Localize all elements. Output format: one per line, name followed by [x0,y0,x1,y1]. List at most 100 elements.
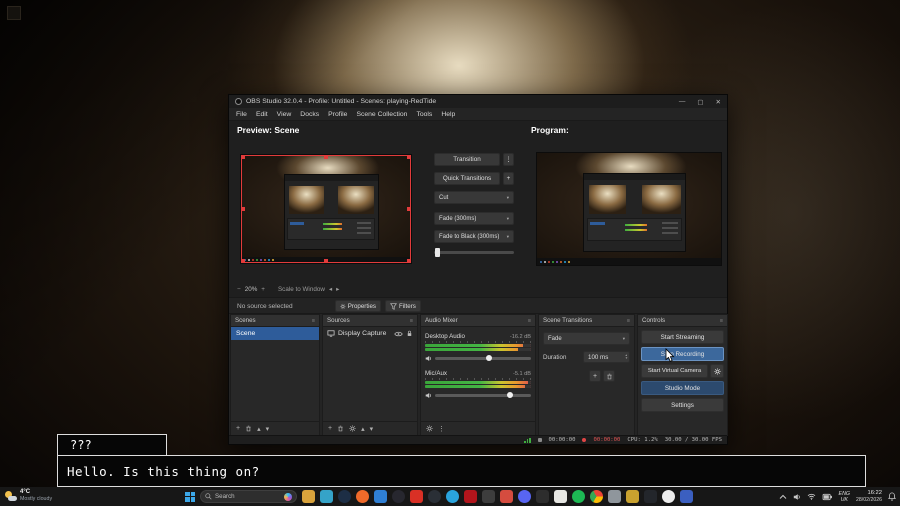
chrome-icon[interactable] [590,490,603,503]
properties-button[interactable]: Properties [335,300,381,312]
firefox-icon[interactable] [356,490,369,503]
volume-slider-handle[interactable] [506,391,513,398]
menu-profile[interactable]: Profile [328,111,347,118]
steam-icon[interactable] [338,490,351,503]
battery-icon[interactable] [822,493,833,501]
slider-handle[interactable] [435,248,440,257]
remove-source-button[interactable] [337,425,344,432]
dock-menu-icon[interactable]: ≡ [720,318,723,324]
minimize-button[interactable]: — [679,98,686,105]
lock-icon[interactable] [406,330,413,337]
controls-dock-header[interactable]: Controls ≡ [638,315,727,327]
file-explorer-icon[interactable] [302,490,315,503]
scene-transitions-dock-header[interactable]: Scene Transitions ≡ [539,315,634,327]
start-button[interactable] [185,491,195,502]
spin-down-icon[interactable]: ▾ [625,356,627,361]
program-canvas[interactable] [537,153,721,265]
dock-menu-icon[interactable]: ≡ [528,318,531,324]
dock-menu-icon[interactable]: ≡ [312,318,315,324]
dark-app-icon[interactable] [644,490,657,503]
scale-to-window-button[interactable]: Scale to Window [278,286,325,293]
quick-transition-cut[interactable]: Cut ▾ [434,191,514,204]
stop-recording-button[interactable]: Stop Recording [641,347,724,361]
remove-scene-button[interactable] [245,425,252,432]
blender-icon[interactable] [482,490,495,503]
add-quick-transition-button[interactable]: + [503,172,514,185]
menu-tools[interactable]: Tools [416,111,432,118]
taskbar-clock[interactable]: 16:22 28/02/2026 [856,490,882,503]
netflix-icon[interactable] [464,490,477,503]
zoom-in-icon[interactable]: + [261,286,265,293]
mixer-settings-button[interactable] [426,425,433,432]
dialog-text-box[interactable]: Hello. Is this thing on? [57,455,866,487]
obs-titlebar[interactable]: OBS Studio 32.0.4 - Profile: Untitled - … [229,95,727,108]
mixer-menu-button[interactable]: ⋮ [438,425,445,433]
filters-button[interactable]: Filters [385,300,421,312]
terminal-icon[interactable] [536,490,549,503]
maximize-button[interactable]: ▢ [697,98,703,106]
menu-view[interactable]: View [277,111,292,118]
chevron-right-icon[interactable]: ▸ [336,286,339,293]
source-properties-button[interactable] [349,425,356,432]
notification-bell-icon[interactable] [888,492,896,501]
source-move-up-button[interactable]: ▴ [361,425,365,433]
edge-icon[interactable] [320,490,333,503]
notion-icon[interactable] [554,490,567,503]
github-icon[interactable] [428,490,441,503]
add-scene-button[interactable]: + [236,425,240,432]
discord-icon[interactable] [518,490,531,503]
close-button[interactable]: ✕ [716,98,721,106]
menu-scene-collection[interactable]: Scene Collection [356,111,407,118]
studio-mode-button[interactable]: Studio Mode [641,381,724,395]
transition-select[interactable]: Fade ▾ [543,332,630,345]
chevron-left-icon[interactable]: ◂ [329,286,332,293]
speaker-icon[interactable] [793,493,801,501]
add-source-button[interactable]: + [328,425,332,432]
epic-games-icon[interactable] [626,490,639,503]
menu-edit[interactable]: Edit [256,111,268,118]
quick-transition-fade[interactable]: Fade (300ms) ▾ [434,212,514,225]
taskbar-search[interactable]: Search [200,490,297,503]
menu-docks[interactable]: Docks [300,111,319,118]
quick-transitions-button[interactable]: Quick Transitions [434,172,500,185]
telegram-icon[interactable] [446,490,459,503]
dock-menu-icon[interactable]: ≡ [627,318,630,324]
visibility-eye-icon[interactable] [394,331,403,337]
transition-bar-slider[interactable] [434,248,514,257]
desktop-shortcut-icon[interactable] [7,6,21,20]
weather-widget[interactable]: 4°C Mostly cloudy [5,489,52,503]
speaker-icon[interactable] [425,392,432,399]
wifi-icon[interactable] [807,493,816,500]
zoom-out-icon[interactable]: − [237,286,241,293]
start-streaming-button[interactable]: Start Streaming [641,330,724,344]
language-indicator[interactable]: ENG UK [839,491,850,503]
transition-menu-button[interactable]: ⋮ [503,153,514,166]
quick-transition-fade-to-black[interactable]: Fade to Black (300ms) ▾ [434,230,514,243]
protonvpn-icon[interactable] [680,490,693,503]
ubisoft-connect-icon[interactable] [662,490,675,503]
preview-canvas[interactable] [241,155,411,263]
tray-chevron-up-icon[interactable] [779,494,787,500]
sources-dock-header[interactable]: Sources ≡ [323,315,417,327]
menu-file[interactable]: File [236,111,247,118]
speaker-icon[interactable] [425,355,432,362]
remove-transition-button[interactable] [603,370,615,382]
volume-slider-handle[interactable] [485,354,492,361]
dock-menu-icon[interactable]: ≡ [410,318,413,324]
gmail-icon[interactable] [500,490,513,503]
settings-button[interactable]: Settings [641,398,724,412]
virtual-camera-settings-button[interactable] [710,364,724,378]
scene-move-up-button[interactable]: ▴ [257,425,261,433]
menu-help[interactable]: Help [441,111,455,118]
source-move-down-button[interactable]: ▾ [370,425,374,433]
scene-move-down-button[interactable]: ▾ [266,425,270,433]
spotify-icon[interactable] [572,490,585,503]
source-selection-border[interactable] [241,155,411,263]
volume-slider[interactable] [435,391,531,398]
youtube-icon[interactable] [410,490,423,503]
scene-list-item[interactable]: Scene [231,327,319,340]
settings-icon[interactable] [608,490,621,503]
vscode-icon[interactable] [374,490,387,503]
obs-icon[interactable] [392,490,405,503]
audio-mixer-dock-header[interactable]: Audio Mixer ≡ [421,315,535,327]
